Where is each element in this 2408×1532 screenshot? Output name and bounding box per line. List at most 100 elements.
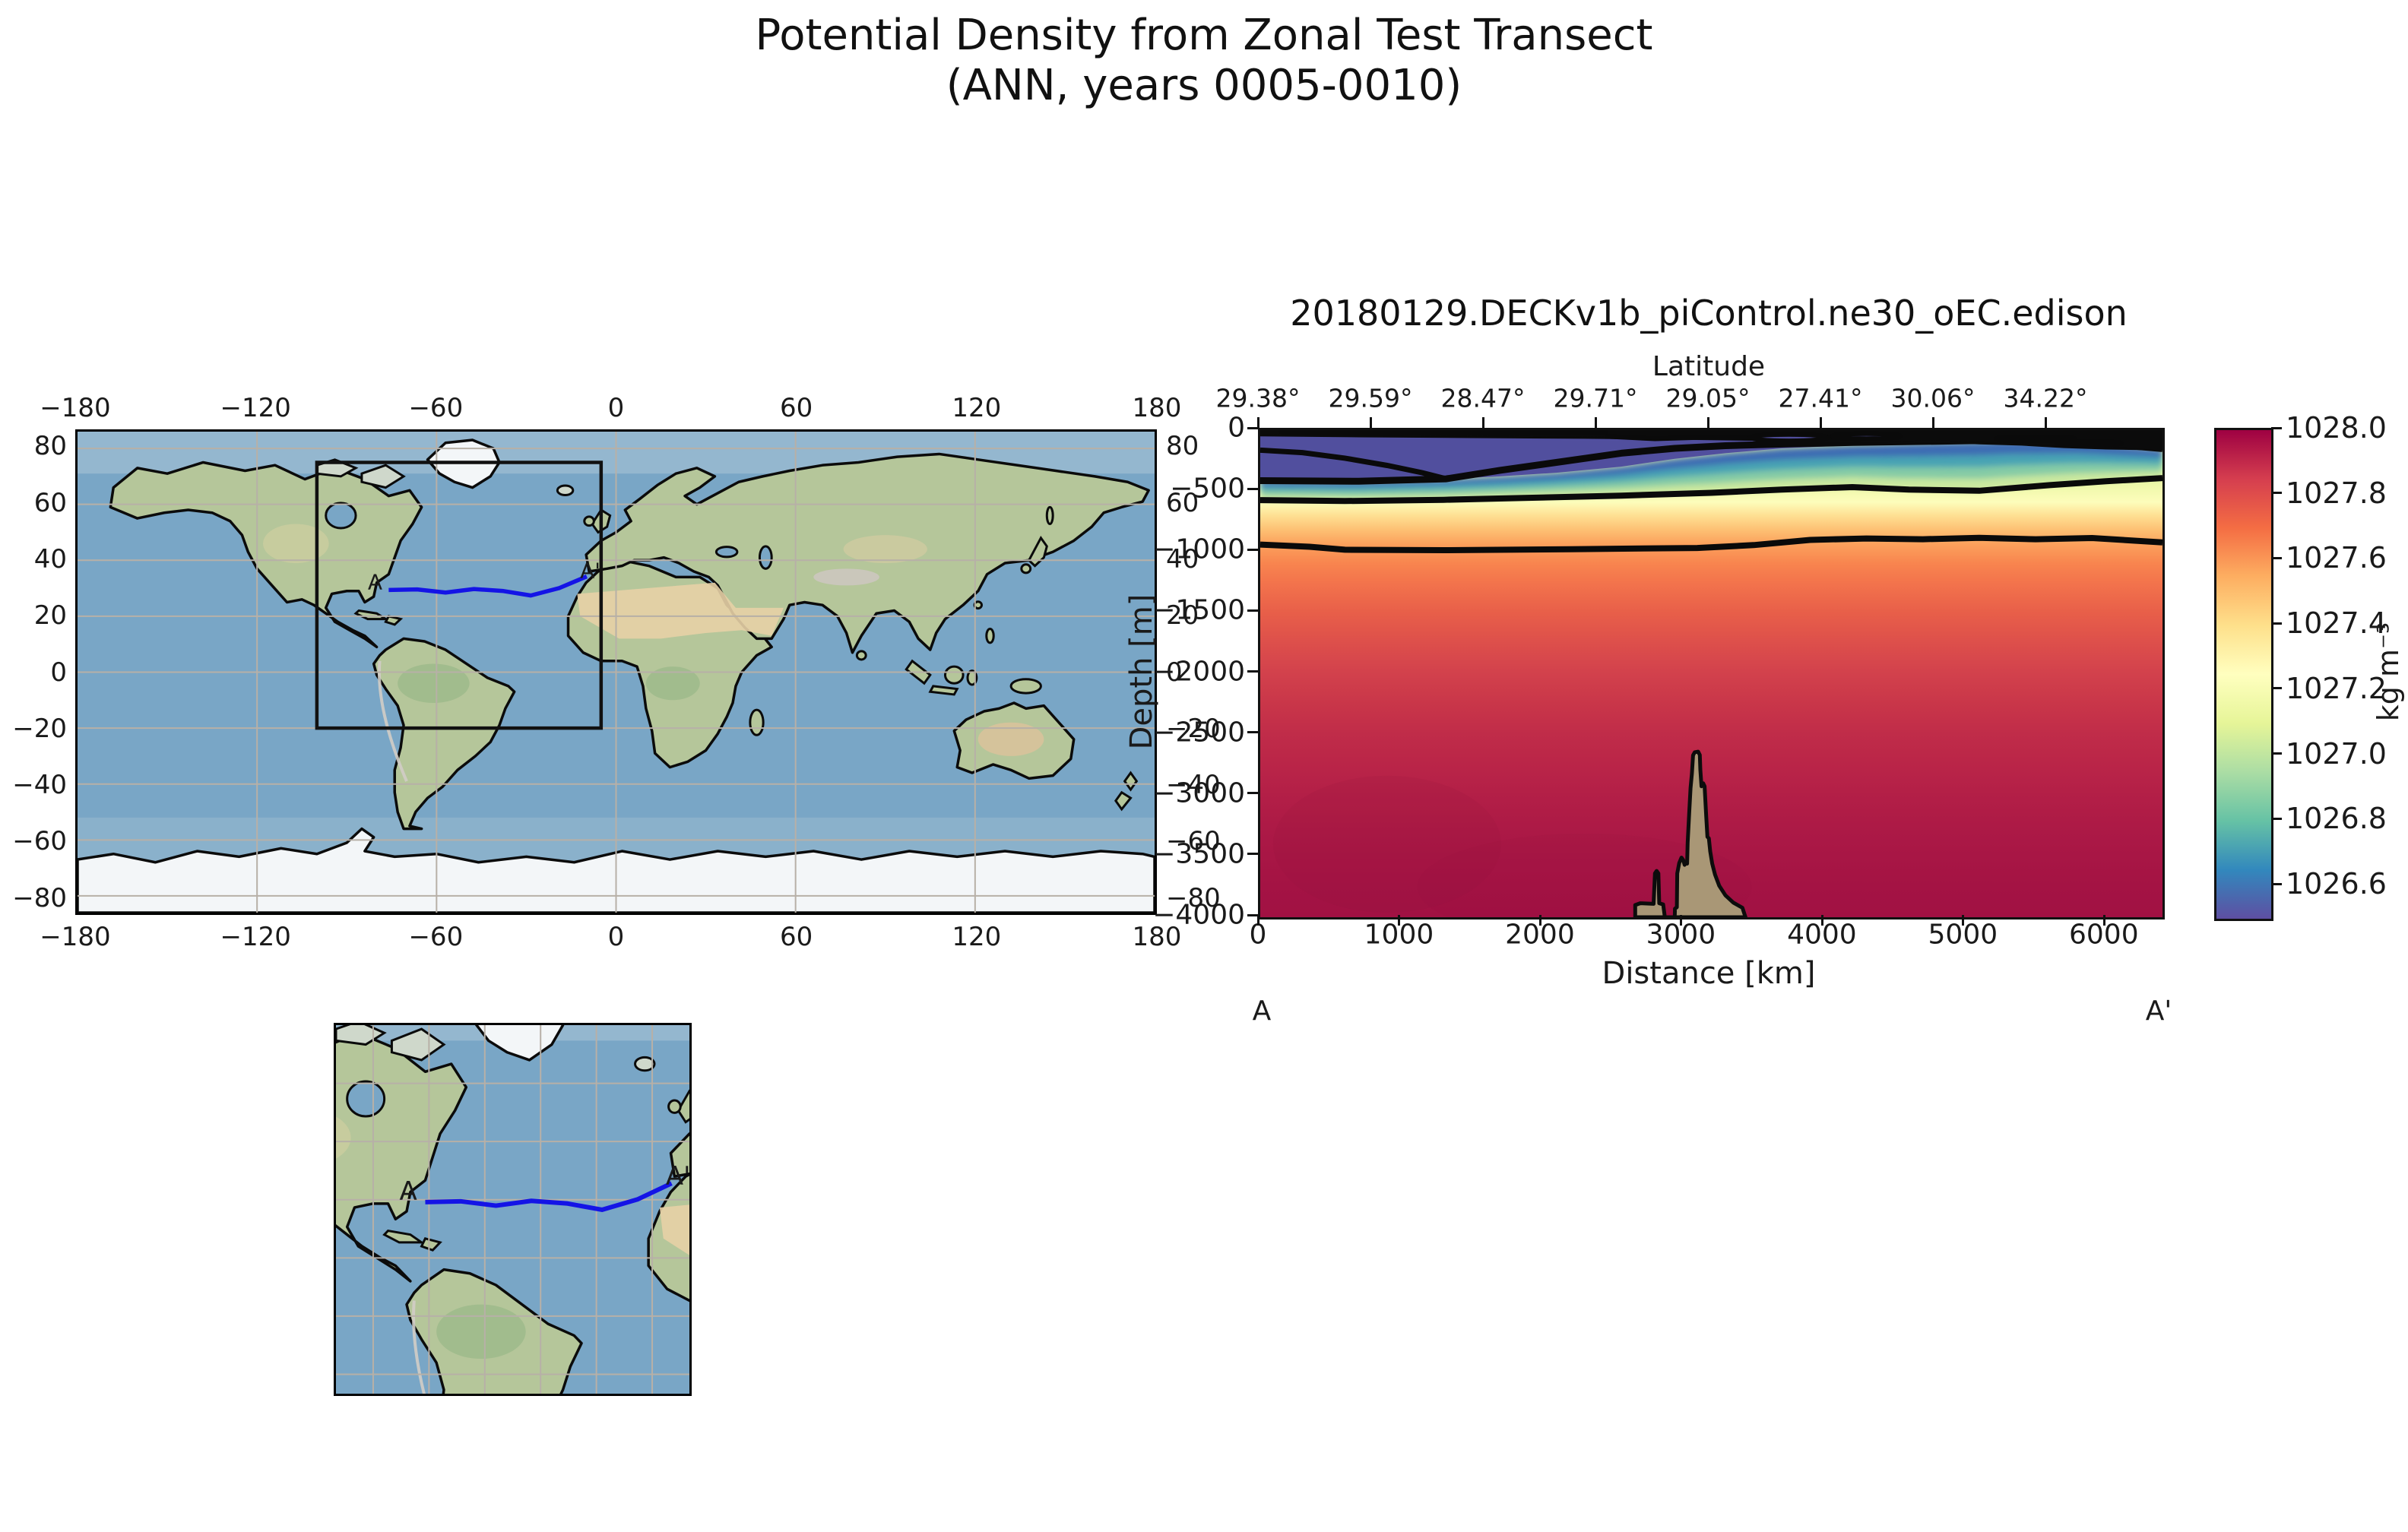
section-y-tick-label: −2000 <box>1152 656 1245 687</box>
colorbar-tick-mark <box>2271 622 2282 625</box>
section-title: 20180129.DECKv1b_piControl.ne30_oEC.edis… <box>1290 293 2128 334</box>
section-lat-tick-mark <box>1595 417 1597 428</box>
section-lat-tick-label: 30.06° <box>1891 384 1976 413</box>
map-lon-tick-bottom: 60 <box>780 922 813 952</box>
map-lat-tick-left: 80 <box>34 431 67 461</box>
map-lat-tick-left: 40 <box>34 544 67 574</box>
colorbar <box>2214 428 2273 921</box>
section-y-tick-mark <box>1247 609 1258 612</box>
section-y-tick-label: −1000 <box>1152 534 1245 565</box>
section-lat-tick-label: 29.59° <box>1329 384 1413 413</box>
map-lon-tick-top: −180 <box>40 393 110 423</box>
density-section-plot <box>1260 430 2162 917</box>
colorbar-tick-mark <box>2271 818 2282 820</box>
section-x-tick-mark <box>1257 915 1259 926</box>
section-x-tick-mark <box>1398 915 1400 926</box>
map-lon-tick-top: 120 <box>952 393 1001 423</box>
map-lat-tick-left: −80 <box>12 883 67 913</box>
colorbar-tick-label: 1026.6 <box>2286 867 2387 901</box>
colorbar-tick-mark <box>2271 687 2282 689</box>
map-transect-label-a: A <box>368 569 382 594</box>
section-y-tick-mark <box>1247 853 1258 855</box>
section-x-tick-mark <box>1539 915 1541 926</box>
section-y-tick-label: −1500 <box>1152 595 1245 626</box>
section-lat-tick-label: 29.05° <box>1666 384 1751 413</box>
section-corner-a: A <box>1253 995 1272 1027</box>
section-y-tick-label: −3500 <box>1152 838 1245 869</box>
section-lat-tick-label: 29.71° <box>1554 384 1638 413</box>
section-lat-tick-label: 28.47° <box>1441 384 1526 413</box>
section-frame <box>1258 428 2165 920</box>
section-x-tick-mark <box>1680 915 1682 926</box>
map-lon-tick-top: 180 <box>1133 393 1182 423</box>
latitude-axis-label: Latitude <box>1652 351 1765 382</box>
map-lat-tick-left: 0 <box>50 657 67 688</box>
section-lat-tick-label: 27.41° <box>1779 384 1863 413</box>
map-lon-tick-bottom: −180 <box>40 922 110 952</box>
map-lon-tick-bottom: 0 <box>608 922 625 952</box>
colorbar-tick-label: 1027.4 <box>2286 606 2387 640</box>
map-lat-tick-right: 80 <box>1166 431 1199 461</box>
world-map-frame <box>75 429 1157 915</box>
colorbar-tick-mark <box>2271 883 2282 885</box>
section-x-tick-mark <box>1821 915 1823 926</box>
colorbar-tick-mark <box>2271 557 2282 559</box>
section-lat-tick-mark <box>1370 417 1372 428</box>
section-y-tick-label: −3000 <box>1152 777 1245 809</box>
map-lon-tick-bottom: −120 <box>220 922 290 952</box>
section-y-tick-mark <box>1247 792 1258 794</box>
section-y-tick-mark <box>1247 488 1258 490</box>
section-y-tick-label: −500 <box>1170 473 1245 505</box>
map-lon-tick-top: 0 <box>608 393 625 423</box>
map-lat-tick-left: 20 <box>34 600 67 631</box>
section-lat-tick-mark <box>1932 417 1934 428</box>
section-lat-tick-mark <box>1707 417 1709 428</box>
map-transect-label-a-prime: A' <box>580 559 600 584</box>
section-lat-tick-mark <box>2045 417 2047 428</box>
section-y-tick-mark <box>1247 670 1258 673</box>
figure-title-line1: Potential Density from Zonal Test Transe… <box>0 11 2408 61</box>
colorbar-tick-label: 1027.2 <box>2286 672 2387 705</box>
figure-title: Potential Density from Zonal Test Transe… <box>0 11 2408 111</box>
colorbar-tick-mark <box>2271 427 2282 429</box>
section-y-tick-mark <box>1247 731 1258 733</box>
figure-title-line2: (ANN, years 0005-0010) <box>0 61 2408 111</box>
map-lon-tick-top: −60 <box>408 393 463 423</box>
figure-canvas: Potential Density from Zonal Test Transe… <box>0 0 2408 1532</box>
map-lon-tick-top: 60 <box>780 393 813 423</box>
colorbar-tick-label: 1026.8 <box>2286 802 2387 835</box>
section-y-tick-label: −4000 <box>1152 900 1245 931</box>
map-lon-tick-bottom: −60 <box>408 922 463 952</box>
map-lat-tick-left: −20 <box>12 714 67 744</box>
world-map <box>78 432 1155 913</box>
zoom-map-transect-label-a: A <box>400 1176 417 1207</box>
distance-axis-label: Distance [km] <box>1602 956 1816 991</box>
section-x-tick-mark <box>1962 915 1964 926</box>
section-y-tick-mark <box>1247 914 1258 916</box>
zoom-map-transect-label-a-prime: A' <box>666 1161 691 1192</box>
map-lat-tick-left: −60 <box>12 826 67 856</box>
section-lat-tick-label: 29.38° <box>1216 384 1301 413</box>
colorbar-tick-label: 1027.0 <box>2286 737 2387 771</box>
section-x-tick-mark <box>2103 915 2105 926</box>
section-y-tick-label: 0 <box>1228 413 1245 444</box>
section-lat-tick-mark <box>1820 417 1822 428</box>
section-lat-tick-label: 34.22° <box>2004 384 2088 413</box>
map-lat-tick-left: −40 <box>12 770 67 800</box>
colorbar-tick-label: 1027.8 <box>2286 476 2387 510</box>
colorbar-tick-mark <box>2271 492 2282 494</box>
zoom-map-frame <box>334 1023 692 1396</box>
map-lon-tick-top: −120 <box>220 393 290 423</box>
colorbar-tick-label: 1028.0 <box>2286 411 2387 445</box>
section-y-tick-mark <box>1247 549 1258 551</box>
colorbar-tick-mark <box>2271 752 2282 755</box>
section-lat-tick-mark <box>1482 417 1484 428</box>
section-y-tick-mark <box>1247 427 1258 429</box>
section-y-tick-label: −2500 <box>1152 717 1245 748</box>
map-gridlines <box>78 432 1155 913</box>
colorbar-tick-label: 1027.6 <box>2286 541 2387 574</box>
section-corner-a-prime: A' <box>2146 995 2172 1027</box>
map-lat-tick-left: 60 <box>34 488 67 518</box>
zoom-map <box>336 1025 689 1394</box>
map-lon-tick-bottom: 120 <box>952 922 1001 952</box>
